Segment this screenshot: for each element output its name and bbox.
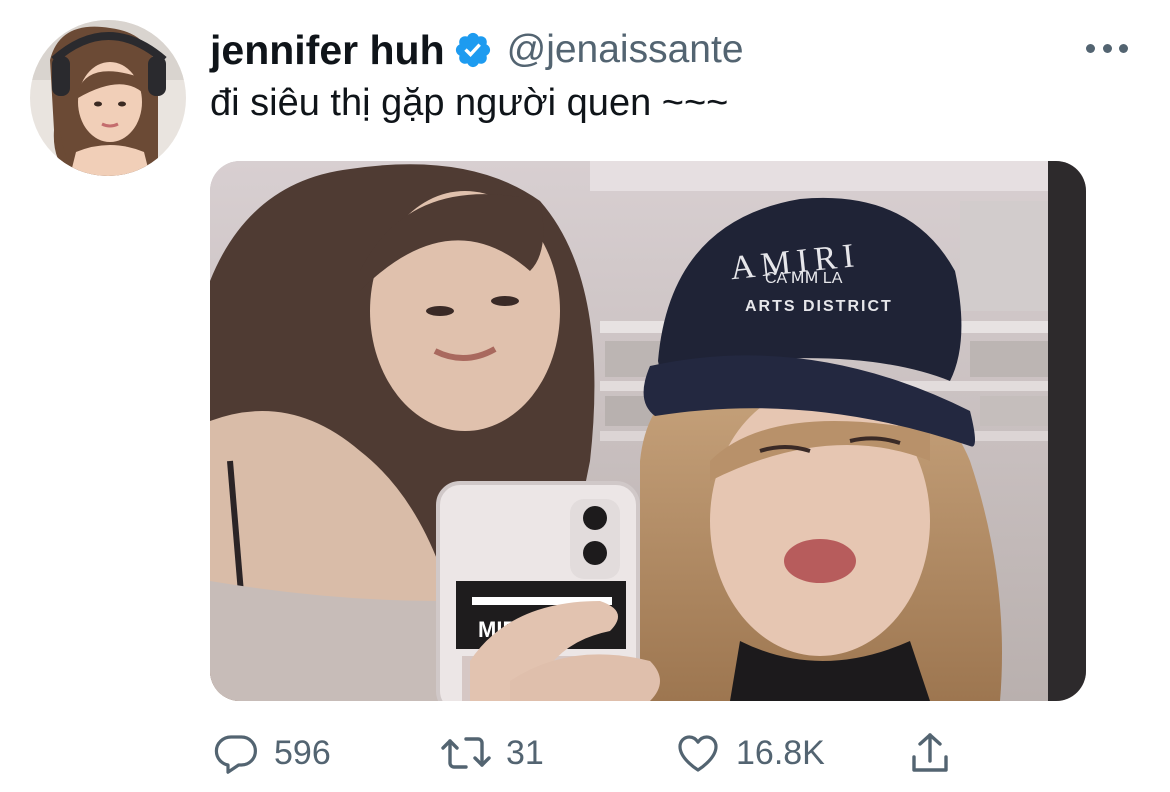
tweet-text: đi siêu thị gặp người quen ~~~ [210,82,729,124]
author-display-name[interactable]: jennifer huh [210,27,445,74]
cap-logo-middle: CA ⅯⅯ LA [765,270,843,287]
retweet-count: 31 [506,733,544,772]
avatar-image [30,20,186,176]
author-handle[interactable]: @jenaissante [507,28,744,72]
share-icon [908,729,952,777]
reply-count: 596 [274,733,331,772]
heart-icon [674,729,722,777]
tweet-header: jennifer huh @jenaissante [210,22,744,78]
reply-button[interactable]: 596 [212,724,331,782]
share-button[interactable] [908,724,952,782]
cap-district-text: ARTS DISTRICT [745,298,893,315]
retweet-button[interactable]: 31 [440,724,544,782]
like-count: 16.8K [736,733,825,772]
author-avatar[interactable] [30,20,186,176]
like-button[interactable]: 16.8K [674,724,825,782]
more-options-icon[interactable] [1086,34,1128,62]
tweet-action-bar: 596 31 16.8K [212,724,972,782]
tweet-photo[interactable]: MIFAR AMIRI CA ⅯⅯ LA ARTS DISTRICT [210,161,1086,701]
reply-icon [212,729,260,777]
verified-badge-icon [453,30,493,70]
photo-image: MIFAR AMIRI CA ⅯⅯ LA ARTS DISTRICT [210,161,1086,701]
retweet-icon [440,729,492,777]
